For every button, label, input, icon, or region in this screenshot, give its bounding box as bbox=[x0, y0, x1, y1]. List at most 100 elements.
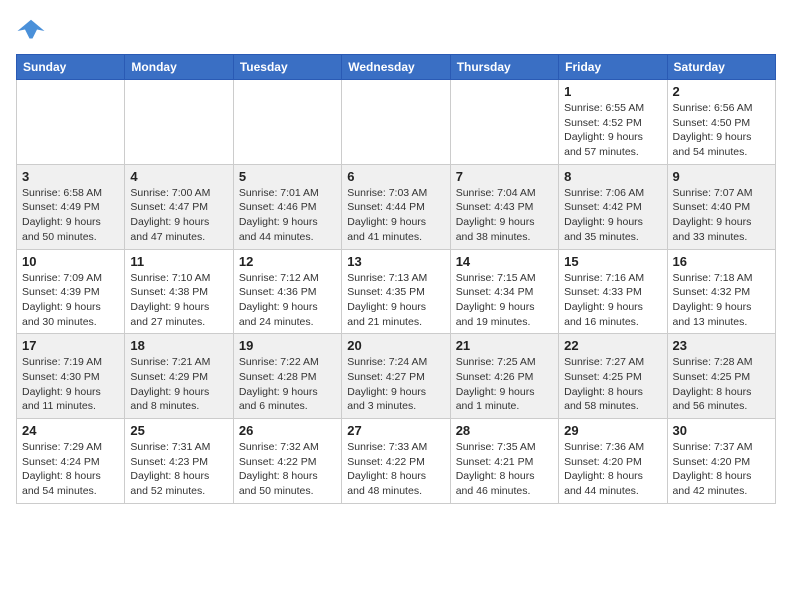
day-number: 8 bbox=[564, 169, 661, 184]
calendar-cell: 29 Sunrise: 7:36 AM Sunset: 4:20 PM Dayli… bbox=[559, 419, 667, 504]
day-detail: Sunrise: 7:10 AM Sunset: 4:38 PM Dayligh… bbox=[130, 271, 227, 330]
day-number: 12 bbox=[239, 254, 336, 269]
day-number: 10 bbox=[22, 254, 119, 269]
day-detail: Sunrise: 7:24 AM Sunset: 4:27 PM Dayligh… bbox=[347, 355, 444, 414]
day-detail: Sunrise: 7:15 AM Sunset: 4:34 PM Dayligh… bbox=[456, 271, 553, 330]
calendar-cell: 24Sunrise: 7:29 AM Sunset: 4:24 PM Dayli… bbox=[17, 419, 125, 504]
calendar-cell: 20Sunrise: 7:24 AM Sunset: 4:27 PM Dayli… bbox=[342, 334, 450, 419]
calendar-cell: 22 Sunrise: 7:27 AM Sunset: 4:25 PM Dayli… bbox=[559, 334, 667, 419]
calendar-cell: 19 Sunrise: 7:22 AM Sunset: 4:28 PM Dayli… bbox=[233, 334, 341, 419]
day-detail: Sunrise: 7:13 AM Sunset: 4:35 PM Dayligh… bbox=[347, 271, 444, 330]
column-header-thursday: Thursday bbox=[450, 55, 558, 80]
day-detail: Sunrise: 7:36 AM Sunset: 4:20 PM Dayligh… bbox=[564, 440, 661, 499]
calendar-cell bbox=[342, 80, 450, 165]
day-detail: Sunrise: 7:01 AM Sunset: 4:46 PM Dayligh… bbox=[239, 186, 336, 245]
calendar-cell bbox=[17, 80, 125, 165]
calendar-cell: 28 Sunrise: 7:35 AM Sunset: 4:21 PM Dayli… bbox=[450, 419, 558, 504]
calendar-cell: 15 Sunrise: 7:16 AM Sunset: 4:33 PM Dayli… bbox=[559, 249, 667, 334]
day-number: 21 bbox=[456, 338, 553, 353]
day-detail: Sunrise: 7:18 AM Sunset: 4:32 PM Dayligh… bbox=[673, 271, 770, 330]
calendar-cell: 30Sunrise: 7:37 AM Sunset: 4:20 PM Dayli… bbox=[667, 419, 775, 504]
day-number: 19 bbox=[239, 338, 336, 353]
calendar-cell: 8 Sunrise: 7:06 AM Sunset: 4:42 PM Daylig… bbox=[559, 164, 667, 249]
calendar-cell: 9 Sunrise: 7:07 AM Sunset: 4:40 PM Daylig… bbox=[667, 164, 775, 249]
day-detail: Sunrise: 6:55 AM Sunset: 4:52 PM Dayligh… bbox=[564, 101, 661, 160]
column-header-tuesday: Tuesday bbox=[233, 55, 341, 80]
calendar-cell: 6 Sunrise: 7:03 AM Sunset: 4:44 PM Daylig… bbox=[342, 164, 450, 249]
day-detail: Sunrise: 7:25 AM Sunset: 4:26 PM Dayligh… bbox=[456, 355, 553, 414]
day-number: 7 bbox=[456, 169, 553, 184]
calendar-table: SundayMondayTuesdayWednesdayThursdayFrid… bbox=[16, 54, 776, 504]
day-number: 22 bbox=[564, 338, 661, 353]
calendar-header-row: SundayMondayTuesdayWednesdayThursdayFrid… bbox=[17, 55, 776, 80]
column-header-wednesday: Wednesday bbox=[342, 55, 450, 80]
day-number: 2 bbox=[673, 84, 770, 99]
week-row-2: 3 Sunrise: 6:58 AM Sunset: 4:49 PM Daylig… bbox=[17, 164, 776, 249]
day-detail: Sunrise: 7:21 AM Sunset: 4:29 PM Dayligh… bbox=[130, 355, 227, 414]
day-number: 4 bbox=[130, 169, 227, 184]
day-detail: Sunrise: 7:09 AM Sunset: 4:39 PM Dayligh… bbox=[22, 271, 119, 330]
day-number: 15 bbox=[564, 254, 661, 269]
calendar-cell: 3 Sunrise: 6:58 AM Sunset: 4:49 PM Daylig… bbox=[17, 164, 125, 249]
day-number: 27 bbox=[347, 423, 444, 438]
calendar-cell: 21 Sunrise: 7:25 AM Sunset: 4:26 PM Dayli… bbox=[450, 334, 558, 419]
calendar-cell: 11 Sunrise: 7:10 AM Sunset: 4:38 PM Dayli… bbox=[125, 249, 233, 334]
week-row-5: 24Sunrise: 7:29 AM Sunset: 4:24 PM Dayli… bbox=[17, 419, 776, 504]
day-number: 24 bbox=[22, 423, 119, 438]
day-number: 14 bbox=[456, 254, 553, 269]
calendar-cell bbox=[125, 80, 233, 165]
calendar-cell: 23Sunrise: 7:28 AM Sunset: 4:25 PM Dayli… bbox=[667, 334, 775, 419]
day-detail: Sunrise: 7:22 AM Sunset: 4:28 PM Dayligh… bbox=[239, 355, 336, 414]
day-number: 16 bbox=[673, 254, 770, 269]
day-detail: Sunrise: 7:27 AM Sunset: 4:25 PM Dayligh… bbox=[564, 355, 661, 414]
day-detail: Sunrise: 7:19 AM Sunset: 4:30 PM Dayligh… bbox=[22, 355, 119, 414]
calendar-cell: 7Sunrise: 7:04 AM Sunset: 4:43 PM Daylig… bbox=[450, 164, 558, 249]
day-detail: Sunrise: 7:28 AM Sunset: 4:25 PM Dayligh… bbox=[673, 355, 770, 414]
calendar-cell: 18 Sunrise: 7:21 AM Sunset: 4:29 PM Dayli… bbox=[125, 334, 233, 419]
day-number: 13 bbox=[347, 254, 444, 269]
calendar-cell: 27 Sunrise: 7:33 AM Sunset: 4:22 PM Dayli… bbox=[342, 419, 450, 504]
day-detail: Sunrise: 7:16 AM Sunset: 4:33 PM Dayligh… bbox=[564, 271, 661, 330]
day-detail: Sunrise: 7:06 AM Sunset: 4:42 PM Dayligh… bbox=[564, 186, 661, 245]
week-row-4: 17 Sunrise: 7:19 AM Sunset: 4:30 PM Dayli… bbox=[17, 334, 776, 419]
day-number: 5 bbox=[239, 169, 336, 184]
calendar-cell: 2 Sunrise: 6:56 AM Sunset: 4:50 PM Daylig… bbox=[667, 80, 775, 165]
week-row-3: 10 Sunrise: 7:09 AM Sunset: 4:39 PM Dayli… bbox=[17, 249, 776, 334]
logo bbox=[16, 16, 50, 46]
day-number: 17 bbox=[22, 338, 119, 353]
day-number: 29 bbox=[564, 423, 661, 438]
day-number: 9 bbox=[673, 169, 770, 184]
calendar-cell: 17 Sunrise: 7:19 AM Sunset: 4:30 PM Dayli… bbox=[17, 334, 125, 419]
calendar-cell: 16 Sunrise: 7:18 AM Sunset: 4:32 PM Dayli… bbox=[667, 249, 775, 334]
day-number: 18 bbox=[130, 338, 227, 353]
day-detail: Sunrise: 7:37 AM Sunset: 4:20 PM Dayligh… bbox=[673, 440, 770, 499]
calendar-cell: 13 Sunrise: 7:13 AM Sunset: 4:35 PM Dayli… bbox=[342, 249, 450, 334]
day-number: 25 bbox=[130, 423, 227, 438]
calendar-cell bbox=[233, 80, 341, 165]
day-number: 28 bbox=[456, 423, 553, 438]
column-header-sunday: Sunday bbox=[17, 55, 125, 80]
calendar-cell: 25 Sunrise: 7:31 AM Sunset: 4:23 PM Dayli… bbox=[125, 419, 233, 504]
day-detail: Sunrise: 7:33 AM Sunset: 4:22 PM Dayligh… bbox=[347, 440, 444, 499]
day-number: 11 bbox=[130, 254, 227, 269]
calendar-cell: 4 Sunrise: 7:00 AM Sunset: 4:47 PM Daylig… bbox=[125, 164, 233, 249]
calendar-cell: 5 Sunrise: 7:01 AM Sunset: 4:46 PM Daylig… bbox=[233, 164, 341, 249]
day-detail: Sunrise: 7:35 AM Sunset: 4:21 PM Dayligh… bbox=[456, 440, 553, 499]
day-detail: Sunrise: 6:56 AM Sunset: 4:50 PM Dayligh… bbox=[673, 101, 770, 160]
day-number: 3 bbox=[22, 169, 119, 184]
column-header-monday: Monday bbox=[125, 55, 233, 80]
day-number: 6 bbox=[347, 169, 444, 184]
day-detail: Sunrise: 6:58 AM Sunset: 4:49 PM Dayligh… bbox=[22, 186, 119, 245]
logo-icon bbox=[16, 16, 46, 46]
day-detail: Sunrise: 7:07 AM Sunset: 4:40 PM Dayligh… bbox=[673, 186, 770, 245]
day-detail: Sunrise: 7:03 AM Sunset: 4:44 PM Dayligh… bbox=[347, 186, 444, 245]
calendar-cell: 26Sunrise: 7:32 AM Sunset: 4:22 PM Dayli… bbox=[233, 419, 341, 504]
day-detail: Sunrise: 7:12 AM Sunset: 4:36 PM Dayligh… bbox=[239, 271, 336, 330]
column-header-saturday: Saturday bbox=[667, 55, 775, 80]
column-header-friday: Friday bbox=[559, 55, 667, 80]
day-detail: Sunrise: 7:00 AM Sunset: 4:47 PM Dayligh… bbox=[130, 186, 227, 245]
day-number: 1 bbox=[564, 84, 661, 99]
calendar-cell: 12 Sunrise: 7:12 AM Sunset: 4:36 PM Dayli… bbox=[233, 249, 341, 334]
day-detail: Sunrise: 7:31 AM Sunset: 4:23 PM Dayligh… bbox=[130, 440, 227, 499]
day-number: 26 bbox=[239, 423, 336, 438]
